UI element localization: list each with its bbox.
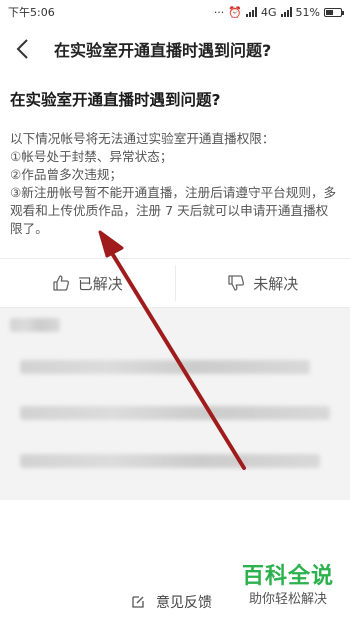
watermark: 百科全说 助你轻松解决 (226, 563, 350, 609)
thumbs-down-icon (228, 275, 245, 291)
network-type: 4G (261, 5, 277, 19)
article-line: ①帐号处于封禁、异常状态； (10, 149, 173, 164)
battery-fill (326, 9, 333, 15)
thumbs-up-icon (53, 275, 69, 291)
article-body: 以下情况帐号将无法通过实验室开通直播权限： ①帐号处于封禁、异常状态； ②作品曾… (10, 130, 340, 238)
status-icons: ··· ⏰ 4G 51% (213, 5, 344, 19)
blurred-item[interactable] (20, 406, 330, 420)
help-article: 在实验室开通直播时遇到问题? 以下情况帐号将无法通过实验室开通直播权限： ①帐号… (10, 88, 340, 238)
article-line: ③新注册帐号暂不能开通直播，注册后请遵守平台规则，多观看和上传优质作品，注册 7… (10, 185, 337, 236)
status-bar: 下午5:06 ··· ⏰ 4G 51% (0, 0, 350, 24)
related-content-blurred (0, 308, 350, 500)
back-button[interactable] (0, 24, 44, 74)
unsolved-button[interactable]: 未解决 (176, 259, 350, 307)
unsolved-label: 未解决 (253, 274, 299, 293)
feedback-row: 已解决 未解决 (0, 258, 350, 308)
blurred-heading (10, 318, 60, 332)
blurred-item[interactable] (20, 454, 320, 468)
alarm-icon: ⏰ (228, 5, 243, 19)
battery-percent: 51% (295, 5, 320, 19)
solved-label: 已解决 (77, 274, 123, 293)
feedback-link-label: 意见反馈 (156, 595, 212, 611)
dots-icon: ··· (213, 5, 225, 19)
status-time: 下午5:06 (8, 6, 55, 19)
article-line: ②作品曾多次违规； (10, 167, 123, 182)
blurred-item[interactable] (20, 360, 310, 374)
watermark-brand: 百科全说 (241, 564, 334, 589)
signal-icon (246, 7, 258, 17)
article-title: 在实验室开通直播时遇到问题? (10, 91, 221, 109)
page-title: 在实验室开通直播时遇到问题? (54, 41, 272, 60)
nav-bar: 在实验室开通直播时遇到问题? (0, 24, 350, 74)
watermark-slogan: 助你轻松解决 (248, 592, 327, 607)
article-line: 以下情况帐号将无法通过实验室开通直播权限： (10, 131, 275, 146)
signal-strength-icon (280, 7, 292, 17)
battery-icon (324, 7, 344, 17)
feedback-link[interactable]: 意见反馈 (130, 592, 212, 612)
chevron-left-icon (16, 39, 28, 59)
edit-icon (132, 596, 144, 608)
solved-button[interactable]: 已解决 (0, 259, 175, 307)
